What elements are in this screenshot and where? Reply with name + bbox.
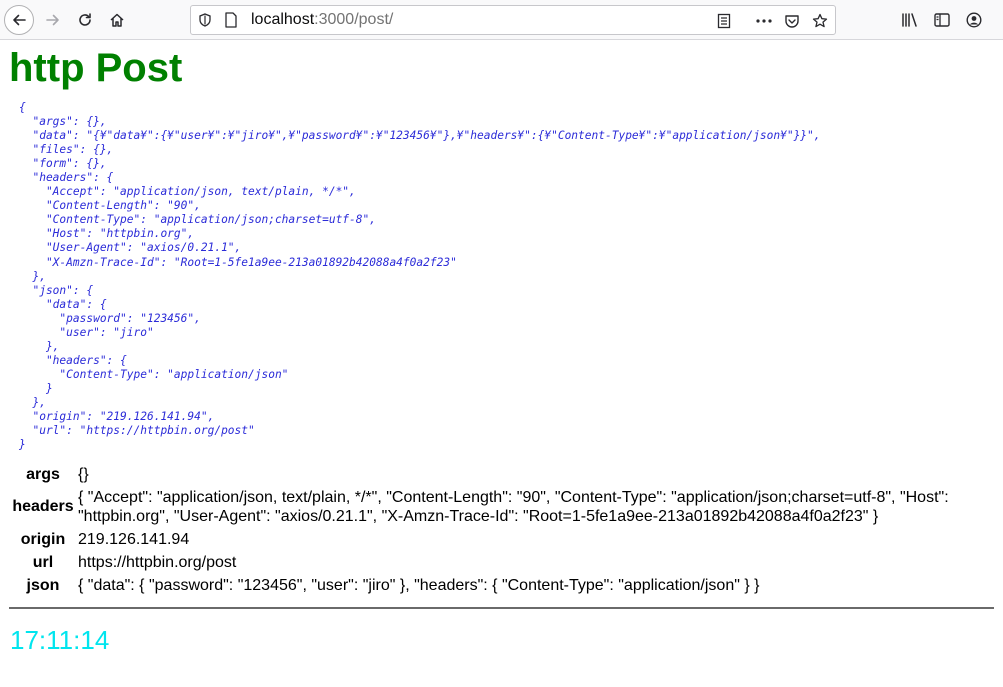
clock-time: 17:11:14 <box>10 625 110 655</box>
response-table: args {} headers { "Accept": "application… <box>9 462 999 598</box>
json-label: json <box>26 576 60 594</box>
page-actions-button[interactable] <box>755 12 773 30</box>
account-button[interactable] <box>964 10 984 30</box>
pocket-button[interactable] <box>783 12 801 30</box>
args-value: {} <box>78 466 89 483</box>
library-button[interactable] <box>900 10 920 30</box>
sidebar-button[interactable] <box>932 10 952 30</box>
table-row: args {} <box>11 464 997 485</box>
headers-label: headers <box>12 498 74 515</box>
home-icon <box>110 13 124 27</box>
pocket-icon <box>785 15 799 28</box>
forward-arrow-icon <box>46 14 59 26</box>
table-row: headers { "Accept": "application/json, t… <box>11 487 997 527</box>
headers-value: { "Accept": "application/json, text/plai… <box>78 489 949 525</box>
bookmark-star-icon <box>812 13 828 28</box>
url-bar[interactable]: localhost:3000/post/ <box>190 5 836 35</box>
page-title: http Post <box>9 46 183 90</box>
reader-view-icon <box>717 13 731 29</box>
back-button[interactable] <box>4 5 34 35</box>
json-value: { "data": { "password": "123456", "user"… <box>78 577 760 594</box>
origin-label: origin <box>20 530 66 548</box>
url-text[interactable]: localhost:3000/post/ <box>251 11 393 29</box>
reader-view-button[interactable] <box>715 12 733 30</box>
url-host: localhost <box>251 11 315 28</box>
account-icon <box>966 12 982 28</box>
forward-button[interactable] <box>38 5 68 35</box>
json-response-dump: { "args": {}, "data": "{¥"data¥":{¥"user… <box>19 101 821 452</box>
more-icon <box>756 19 772 23</box>
sidebar-icon <box>934 13 950 27</box>
table-row: json { "data": { "password": "123456", "… <box>11 575 997 596</box>
library-icon <box>902 13 917 27</box>
bookmark-button[interactable] <box>811 12 829 30</box>
back-arrow-icon <box>13 14 26 26</box>
browser-toolbar: localhost:3000/post/ <box>0 0 1003 40</box>
page-icon[interactable] <box>224 12 238 28</box>
shield-icon[interactable] <box>198 13 212 27</box>
url-path: :3000/post/ <box>314 11 394 28</box>
divider <box>9 607 994 609</box>
table-row: url https://httpbin.org/post <box>11 552 997 573</box>
origin-value: 219.126.141.94 <box>78 531 190 548</box>
table-row: origin 219.126.141.94 <box>11 529 997 550</box>
home-button[interactable] <box>102 5 132 35</box>
args-label: args <box>26 465 60 483</box>
reload-icon <box>79 13 91 26</box>
url-value: https://httpbin.org/post <box>78 554 237 571</box>
url-label: url <box>32 553 54 571</box>
reload-button[interactable] <box>70 5 100 35</box>
